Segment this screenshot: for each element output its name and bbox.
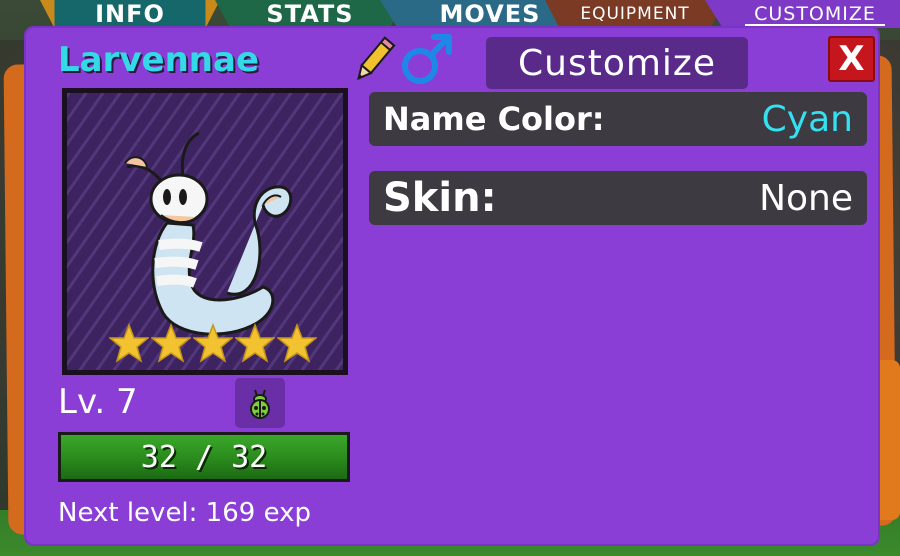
creature-portrait — [62, 88, 348, 375]
close-button[interactable]: X — [828, 36, 875, 82]
tab-info[interactable]: INFO — [40, 0, 220, 28]
level-label: Lv. 7 — [58, 382, 138, 422]
pencil-icon[interactable] — [348, 34, 400, 86]
star-rating — [109, 323, 317, 363]
skin-label: Skin: — [383, 175, 497, 221]
skin-value[interactable]: None — [759, 178, 853, 219]
tab-equipment[interactable]: EQUIPMENT — [545, 0, 725, 28]
next-level-text: Next level: 169 exp — [58, 498, 312, 528]
creature-name: Larvennae — [58, 40, 260, 80]
star-icon — [193, 323, 233, 363]
customize-title: Customize — [486, 37, 748, 89]
skin-row[interactable]: Skin: None — [369, 171, 867, 225]
name-color-value[interactable]: Cyan — [762, 99, 853, 140]
bug-type-icon — [250, 389, 270, 419]
type-badge — [235, 378, 285, 428]
hp-bar: 32 / 32 — [58, 432, 350, 482]
tab-customize-label: CUSTOMIZE — [754, 3, 876, 25]
star-icon — [109, 323, 149, 363]
tab-customize[interactable]: CUSTOMIZE — [705, 0, 900, 28]
star-icon — [235, 323, 275, 363]
tab-stats[interactable]: STATS — [215, 0, 405, 28]
name-color-label: Name Color: — [383, 100, 605, 138]
hp-text: 32 / 32 — [140, 439, 268, 475]
star-icon — [151, 323, 191, 363]
star-icon — [277, 323, 317, 363]
male-symbol-icon — [402, 34, 452, 84]
name-color-row[interactable]: Name Color: Cyan — [369, 92, 867, 146]
